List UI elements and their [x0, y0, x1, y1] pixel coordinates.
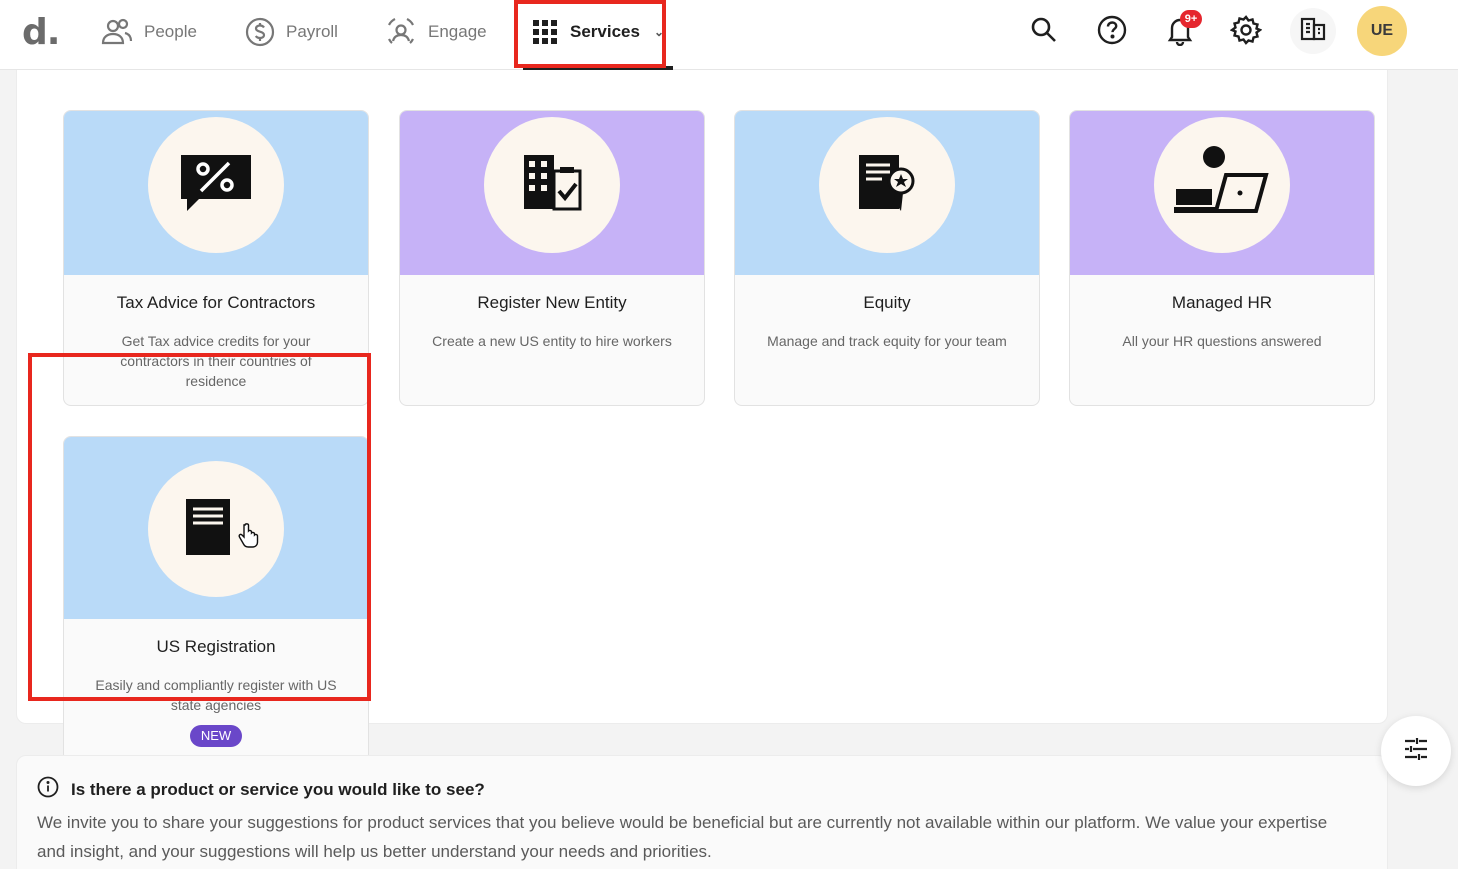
card-icon-circle: [819, 117, 955, 253]
settings-button[interactable]: [1226, 12, 1266, 52]
nav-people-label: People: [144, 22, 197, 41]
services-highlight-box: [514, 0, 666, 68]
user-avatar[interactable]: UE: [1357, 6, 1407, 56]
suggestion-box: Is there a product or service you would …: [16, 755, 1388, 869]
notifications-button[interactable]: 9+: [1160, 10, 1202, 52]
nav-people[interactable]: People: [100, 0, 197, 64]
card-title: Tax Advice for Contractors: [116, 293, 316, 312]
card-icon-circle: [484, 117, 620, 253]
gear-icon: [1229, 14, 1263, 51]
card-icon-circle: [148, 117, 284, 253]
percent-chat-icon: [179, 153, 253, 218]
brand-logo[interactable]: d.: [22, 12, 60, 53]
suggestion-body: We invite you to share your suggestions …: [37, 813, 1328, 861]
company-switcher-button[interactable]: [1290, 8, 1336, 54]
card-hero: [400, 111, 704, 275]
card-title: Register New Entity: [477, 293, 627, 312]
people-icon: [100, 18, 134, 46]
top-navigation-bar: d. People Payroll Engage Services ⌄ 9+ U…: [0, 0, 1458, 70]
info-icon: [37, 776, 59, 803]
certificate-icon: [855, 151, 919, 220]
nav-engage[interactable]: Engage: [384, 0, 487, 64]
card-description: All your HR questions answered: [1122, 333, 1322, 349]
service-card-register-entity[interactable]: Register New Entity Create a new US enti…: [399, 110, 705, 406]
search-button[interactable]: [1024, 12, 1064, 52]
notification-count-badge: 9+: [1180, 10, 1202, 28]
card-title: Managed HR: [1171, 293, 1273, 312]
card-hero: [735, 111, 1039, 275]
filter-settings-button[interactable]: [1381, 716, 1451, 786]
nav-engage-label: Engage: [428, 22, 487, 41]
person-laptop-icon: [1174, 145, 1270, 226]
card-description: Manage and track equity for your team: [767, 333, 1007, 349]
suggestion-header: Is there a product or service you would …: [37, 776, 485, 803]
card-icon-circle: [1154, 117, 1290, 253]
card-description: Create a new US entity to hire workers: [432, 333, 672, 349]
sliders-icon: [1403, 737, 1429, 766]
us-registration-highlight-box: [28, 353, 371, 701]
card-hero: [1070, 111, 1374, 275]
building-check-icon: [520, 151, 584, 220]
new-badge: NEW: [190, 725, 242, 747]
card-hero: [64, 111, 368, 275]
building-icon: [1299, 16, 1327, 47]
help-button[interactable]: [1092, 12, 1132, 52]
engage-icon: [384, 15, 418, 49]
card-title: Equity: [863, 293, 911, 312]
nav-payroll-label: Payroll: [286, 22, 338, 41]
service-card-managed-hr[interactable]: Managed HR All your HR questions answere…: [1069, 110, 1375, 406]
search-icon: [1029, 15, 1059, 50]
dollar-circle-icon: [244, 16, 276, 48]
service-card-equity[interactable]: Equity Manage and track equity for your …: [734, 110, 1040, 406]
help-icon: [1096, 14, 1128, 51]
suggestion-title: Is there a product or service you would …: [71, 779, 485, 799]
nav-payroll[interactable]: Payroll: [244, 0, 338, 64]
